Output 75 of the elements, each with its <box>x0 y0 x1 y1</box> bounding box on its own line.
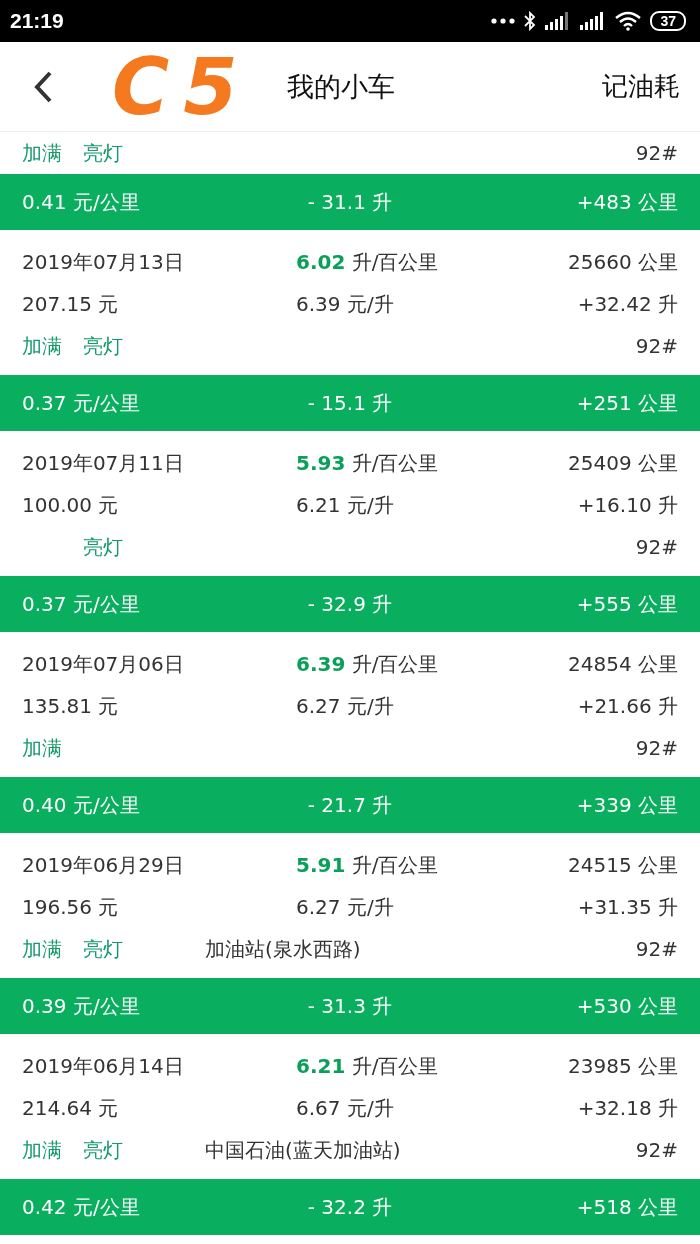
gas-station: 加油站(泉水西路) <box>205 935 362 963</box>
liters-added: +32.18 升 <box>577 1094 678 1122</box>
liters-added: +21.66 升 <box>577 692 678 720</box>
fuel-consumption: 6.21 升/百公里 <box>296 1052 440 1080</box>
cost-per-km: 0.40 元/公里 <box>22 791 141 819</box>
odometer: 24854 公里 <box>568 650 678 678</box>
fuel-consumption: 6.02 升/百公里 <box>296 248 440 276</box>
unit-price: 6.27 元/升 <box>296 692 395 720</box>
fill-date: 2019年07月06日 <box>22 650 185 678</box>
amount: 207.15 元 <box>22 290 120 318</box>
fuel-used: - 21.7 升 <box>307 791 393 819</box>
tag-label: 加满 <box>22 333 62 358</box>
tag-label: 亮灯 <box>83 534 123 559</box>
unit-price: 6.67 元/升 <box>296 1094 395 1122</box>
amount: 196.56 元 <box>22 893 120 921</box>
fuel-used: - 32.9 升 <box>307 590 393 618</box>
fuel-grade: 92# <box>635 535 678 559</box>
tag-label: 加满 <box>22 1137 62 1162</box>
status-time: 21:19 <box>10 9 64 33</box>
cost-per-km: 0.37 元/公里 <box>22 389 141 417</box>
fill-date: 2019年06月29日 <box>22 851 185 879</box>
fuel-used: - 15.1 升 <box>307 389 393 417</box>
fuel-used: - 31.1 升 <box>307 188 393 216</box>
fuel-used: - 32.2 升 <box>307 1193 393 1221</box>
unit-price: 6.39 元/升 <box>296 290 395 318</box>
odometer: 24515 公里 <box>568 851 678 879</box>
liters-added: +32.42 升 <box>577 290 678 318</box>
fuel-grade: 92# <box>635 937 678 961</box>
fuel-consumption: 5.93 升/百公里 <box>296 449 440 477</box>
battery-indicator: 37 <box>650 11 686 31</box>
amount: 135.81 元 <box>22 692 120 720</box>
tag-label: 加满 <box>22 735 62 760</box>
tag-label: 亮灯 <box>83 936 123 961</box>
distance: +555 公里 <box>575 590 678 618</box>
tag-label: 亮灯 <box>83 333 123 358</box>
amount: 214.64 元 <box>22 1094 120 1122</box>
page-title: 我的小车 <box>287 69 395 104</box>
tag-label: 加满 <box>22 936 62 961</box>
amount: 100.00 元 <box>22 491 120 519</box>
more-dots-icon <box>491 18 516 24</box>
liters-added: +16.10 升 <box>577 491 678 519</box>
gas-station: 中国石油(蓝天加油站) <box>205 1136 402 1164</box>
cost-per-km: 0.39 元/公里 <box>22 992 141 1020</box>
fill-date: 2019年06月14日 <box>22 1052 185 1080</box>
fuel-used: - 31.3 升 <box>307 992 393 1020</box>
odometer: 25409 公里 <box>568 449 678 477</box>
fuel-grade: 92# <box>635 334 678 358</box>
odometer: 25660 公里 <box>568 248 678 276</box>
distance: +483 公里 <box>575 188 678 216</box>
handwritten-annotation: C5 <box>112 48 252 126</box>
wifi-icon <box>615 11 642 31</box>
fuel-grade: 92# <box>635 141 678 165</box>
odometer: 23985 公里 <box>568 1052 678 1080</box>
distance: +530 公里 <box>575 992 678 1020</box>
cost-per-km: 0.41 元/公里 <box>22 188 141 216</box>
unit-price: 6.21 元/升 <box>296 491 395 519</box>
unit-price: 6.27 元/升 <box>296 893 395 921</box>
tag-label: 亮灯 <box>83 140 123 165</box>
bluetooth-icon <box>524 11 537 31</box>
distance: +339 公里 <box>575 791 678 819</box>
tag-label: 亮灯 <box>83 1137 123 1162</box>
cost-per-km: 0.37 元/公里 <box>22 590 141 618</box>
cost-per-km: 0.42 元/公里 <box>22 1193 141 1221</box>
fuel-consumption: 6.39 升/百公里 <box>296 650 440 678</box>
tag-label: 加满 <box>22 140 62 165</box>
back-icon[interactable] <box>32 69 54 104</box>
record-fuel-link[interactable]: 记油耗 <box>602 69 680 104</box>
distance: +251 公里 <box>575 389 678 417</box>
liters-added: +31.35 升 <box>577 893 678 921</box>
fill-date: 2019年07月13日 <box>22 248 185 276</box>
distance: +518 公里 <box>575 1193 678 1221</box>
fuel-grade: 92# <box>635 1138 678 1162</box>
fuel-grade: 92# <box>635 736 678 760</box>
fuel-consumption: 5.91 升/百公里 <box>296 851 440 879</box>
fill-date: 2019年07月11日 <box>22 449 185 477</box>
